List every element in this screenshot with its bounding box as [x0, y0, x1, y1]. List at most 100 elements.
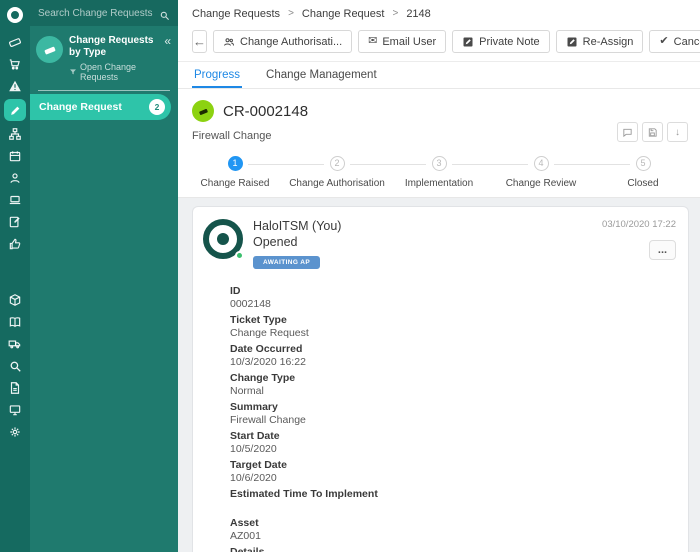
- breadcrumb: Change Requests > Change Request > 2148: [178, 0, 700, 27]
- button-label: Email User: [382, 35, 437, 48]
- report-icon[interactable]: [8, 381, 22, 395]
- timeline-card: HaloITSM (You) Opened AWAITING AP 03/10/…: [192, 206, 689, 552]
- list-header: Change Requests by Type Open Change Requ…: [30, 26, 178, 89]
- button-label: Cancel Change: [673, 35, 700, 48]
- button-label: Private Note: [479, 35, 540, 48]
- thumbs-up-icon[interactable]: [8, 237, 22, 251]
- breadcrumb-separator: >: [288, 8, 294, 19]
- change-authorisation-button[interactable]: Change Authorisati...: [213, 30, 353, 53]
- button-label: Change Authorisati...: [240, 35, 343, 48]
- chat-icon[interactable]: [617, 122, 638, 142]
- sidebar-item-change-request[interactable]: Change Request 2: [30, 94, 171, 120]
- re-assign-button[interactable]: Re-Assign: [555, 30, 644, 53]
- truck-icon[interactable]: [8, 337, 22, 351]
- sidebar-item-label: Change Request: [39, 101, 122, 113]
- field-value: [230, 501, 676, 513]
- step-label: Change Raised: [200, 178, 270, 189]
- field-value: 10/3/2020 16:22: [230, 356, 306, 368]
- book-icon[interactable]: [8, 315, 22, 329]
- field-date-occurred: Date Occurred 10/3/2020 16:22: [230, 343, 676, 368]
- list-subtitle: Open Change Requests: [80, 62, 137, 82]
- tab-change-management[interactable]: Change Management: [264, 66, 379, 88]
- step-number: 1: [227, 156, 243, 171]
- calendar-icon[interactable]: [8, 149, 22, 163]
- field-change-type: Change Type Normal: [230, 372, 676, 397]
- list-header-text: Change Requests by Type Open Change Requ…: [69, 35, 156, 82]
- halo-logo[interactable]: [7, 7, 23, 23]
- download-icon[interactable]: ↓: [667, 122, 688, 142]
- field-value: Change Request: [230, 327, 309, 339]
- tab-progress[interactable]: Progress: [192, 66, 243, 88]
- breadcrumb-separator: >: [392, 8, 399, 19]
- step-label: Change Review: [505, 178, 577, 189]
- field-target-date: Target Date 10/6/2020: [230, 459, 676, 484]
- field-start-date: Start Date 10/5/2020: [230, 430, 676, 455]
- reassign-edit-icon: [566, 36, 578, 48]
- item-count-badge: 2: [149, 99, 165, 115]
- field-label: Target Date: [230, 459, 287, 471]
- more-options-button[interactable]: ...: [649, 240, 676, 260]
- gear-icon[interactable]: [8, 425, 22, 439]
- step-change-review[interactable]: 4 Change Review: [490, 156, 630, 189]
- tab-bar: Progress Change Management: [178, 62, 700, 89]
- sidebar-divider: [38, 90, 170, 91]
- email-user-button[interactable]: ✉ Email User: [358, 30, 447, 53]
- user-icon[interactable]: [8, 171, 22, 185]
- tickets-icon[interactable]: [8, 35, 22, 49]
- ticket-header: CR-0002148 Firewall Change ↓: [178, 89, 700, 149]
- online-status-dot: [235, 251, 244, 260]
- timestamp: 03/10/2020 17:22: [602, 219, 676, 230]
- field-value: 10/5/2020: [230, 443, 277, 455]
- list-avatar-ticket-icon: [36, 36, 63, 63]
- sitemap-icon[interactable]: [8, 127, 22, 141]
- action-label: Opened: [253, 235, 298, 249]
- save-icon[interactable]: [642, 122, 663, 142]
- field-estimated-time: Estimated Time To Implement: [230, 488, 676, 513]
- back-button[interactable]: ←: [192, 30, 207, 53]
- step-label: Change Authorisation: [289, 178, 385, 189]
- step-change-authorisation[interactable]: 2 Change Authorisation: [286, 156, 426, 189]
- step-number: 3: [431, 156, 447, 171]
- field-value: 0002148: [230, 298, 271, 310]
- note-icon[interactable]: [8, 215, 22, 229]
- ticket-summary: Firewall Change: [192, 130, 272, 142]
- agent-name: HaloITSM (You): [253, 219, 342, 233]
- list-sidebar: Change Requests by Type Open Change Requ…: [30, 0, 178, 552]
- field-ticket-type: Ticket Type Change Request: [230, 314, 676, 339]
- field-label: ID: [230, 285, 241, 297]
- button-label: Re-Assign: [582, 35, 634, 48]
- list-title: Change Requests by Type: [69, 35, 154, 58]
- cart-icon[interactable]: [8, 57, 22, 71]
- action-toolbar: ← Change Authorisati... ✉ Email User Pri…: [178, 27, 700, 62]
- monitor-icon[interactable]: [8, 403, 22, 417]
- search-input[interactable]: [38, 7, 155, 19]
- field-id: ID 0002148: [230, 285, 676, 310]
- change-requests-icon[interactable]: [4, 99, 26, 121]
- search-bar: [30, 0, 178, 26]
- collapse-sidebar-icon[interactable]: «: [162, 35, 173, 47]
- field-label: Date Occurred: [230, 343, 303, 355]
- field-label: Details: [230, 546, 265, 552]
- ticket-type-icon: [192, 100, 214, 122]
- step-implementation[interactable]: 3 Implementation: [388, 156, 528, 189]
- avatar: [203, 219, 244, 260]
- laptop-icon[interactable]: [8, 193, 22, 207]
- step-change-raised[interactable]: 1 Change Raised: [184, 156, 324, 189]
- breadcrumb-item[interactable]: 2148: [406, 8, 430, 20]
- warning-icon[interactable]: [8, 79, 22, 93]
- field-label: Start Date: [230, 430, 280, 442]
- step-number: 2: [329, 156, 345, 171]
- cancel-change-button[interactable]: ✔ Cancel Change: [649, 30, 700, 53]
- list-filter[interactable]: Open Change Requests: [69, 62, 156, 82]
- step-closed[interactable]: 5 Closed: [592, 156, 694, 189]
- private-note-button[interactable]: Private Note: [452, 30, 550, 53]
- progress-stepper: 1 Change Raised 2 Change Authorisation 3…: [178, 149, 700, 198]
- field-value: AZ001: [230, 530, 261, 542]
- breadcrumb-item[interactable]: Change Requests: [192, 8, 280, 20]
- field-label: Summary: [230, 401, 278, 413]
- users-icon: [223, 36, 235, 48]
- search-icon[interactable]: [159, 8, 170, 20]
- breadcrumb-item[interactable]: Change Request: [302, 8, 385, 20]
- search-icon[interactable]: [8, 359, 22, 373]
- box-icon[interactable]: [8, 293, 22, 307]
